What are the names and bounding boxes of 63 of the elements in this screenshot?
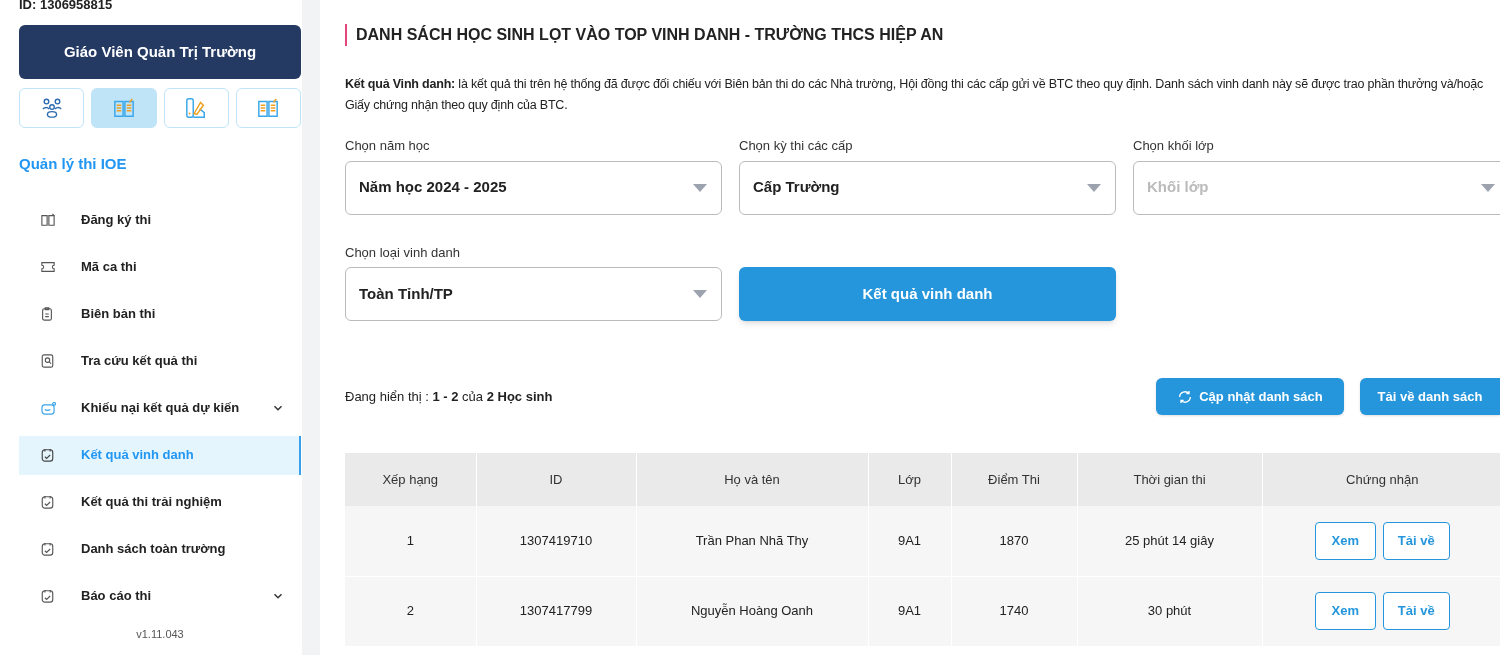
section-title: Quản lý thi IOE	[19, 154, 128, 174]
description: Kết quả Vinh danh: là kết quả thi trên hệ thống đã được đối chiếu với Biên bản thi do các Nhà trường, Hội đồng thi các cấp gửi về BTC theo quy định. Danh sách vinh danh này sẽ được trao phần thưởng và/hoặc Giấy chứng nhận theo quy định của BTC.	[345, 76, 1485, 114]
select-field[interactable]: Toàn Tỉnh/TP	[345, 267, 722, 321]
caret-icon	[1086, 182, 1102, 193]
mode-tab[interactable]	[91, 88, 157, 128]
table-cell: 9A1	[868, 506, 951, 576]
clipboard-icon	[41, 307, 53, 321]
people-icon	[40, 97, 63, 119]
select-field[interactable]: Năm học 2024 - 2025	[345, 160, 722, 215]
menu-item[interactable]: Khiếu nại kết quả dự kiến	[19, 388, 301, 428]
table-cell: 25 phút 14 giây	[1077, 506, 1262, 576]
table-cell: Trần Phan Nhã Thy	[636, 506, 868, 576]
mode-tab[interactable]	[19, 88, 85, 128]
column-header: Chứng nhận	[1262, 453, 1500, 506]
menu-item[interactable]: Đăng ký thi	[19, 200, 301, 240]
chat-icon	[41, 401, 56, 415]
filter-label: Chọn kỳ thi các cấp	[739, 137, 854, 155]
column-header: Họ và tên	[636, 453, 868, 506]
book-pencil-icon	[112, 97, 135, 119]
table-cell: 1	[345, 506, 476, 576]
filter-label: Chọn khối lớp	[1133, 137, 1215, 155]
filter-label: Chọn năm học	[345, 137, 431, 155]
checklist-icon	[41, 542, 54, 556]
version: v1.11.043	[135, 626, 185, 642]
checklist-icon	[41, 589, 54, 603]
column-header: Thời gian thi	[1077, 453, 1262, 506]
column-header: ID	[476, 453, 636, 506]
table-cell: 2	[345, 576, 476, 646]
ruler-pencil-icon	[185, 97, 208, 119]
search-document-icon	[41, 354, 54, 368]
caret-icon	[692, 182, 708, 193]
menu-item[interactable]: Kết quả thi trải nghiệm	[19, 482, 301, 522]
menu-item[interactable]: Biên bản thi	[19, 294, 301, 334]
column-header: Lớp	[868, 453, 951, 506]
mode-tab[interactable]	[235, 88, 301, 128]
menu-item[interactable]: Tra cứu kết quả thi	[19, 341, 301, 381]
table-cell: 1307419710	[476, 506, 636, 576]
column-header: Điểm Thi	[951, 453, 1077, 506]
caret-icon	[692, 289, 708, 299]
column-header: Xếp hạng	[345, 453, 476, 506]
table-cell: 9A1	[868, 576, 951, 646]
menu-item[interactable]: Mã ca thi	[19, 247, 301, 287]
select-field[interactable]: Cấp Trường	[739, 160, 1116, 215]
ticket-icon	[41, 261, 55, 273]
table-cell: 30 phút	[1077, 576, 1262, 646]
showing-count: Đang hiển thị : 1 - 2 của 2 Học sinh	[345, 387, 554, 406]
table-cell: 1307417799	[476, 576, 636, 646]
page-title: DANH SÁCH HỌC SINH LỌT VÀO TOP VINH DANH - TRƯỜNG THCS HIỆP AN	[345, 24, 1500, 46]
table-cell: 1740	[951, 576, 1077, 646]
menu-item[interactable]: Danh sách toàn trường	[19, 529, 301, 569]
mode-tab[interactable]	[163, 88, 229, 128]
book-pencil-icon	[257, 97, 280, 119]
caret-icon	[1480, 182, 1496, 193]
table-cell: 1870	[951, 506, 1077, 576]
checklist-icon	[41, 495, 54, 509]
book-icon	[41, 213, 55, 227]
checklist-icon	[41, 448, 54, 462]
refresh-icon	[1177, 388, 1194, 405]
filter-label: Chọn loại vinh danh	[345, 243, 461, 262]
table-cell: Nguyễn Hoàng Oanh	[636, 576, 868, 646]
user-id: ID: 1306958815	[19, 0, 114, 11]
role-button[interactable]: Giáo Viên Quản Trị Trường	[19, 25, 301, 79]
menu-item[interactable]: Báo cáo thi	[19, 576, 301, 616]
